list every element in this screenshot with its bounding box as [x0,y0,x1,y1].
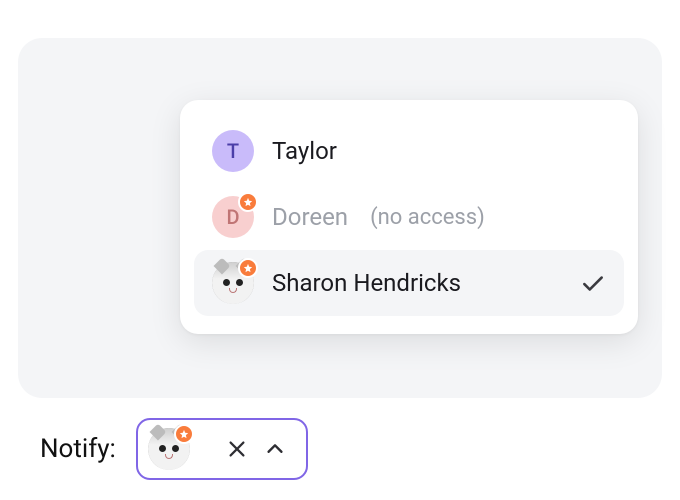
notify-label: Notify: [40,434,116,464]
avatar: D [212,196,254,238]
checkmark-icon [580,270,606,296]
chevron-up-icon[interactable] [258,432,292,466]
dropdown-option[interactable]: T Taylor [194,118,624,184]
star-icon [238,258,258,278]
star-icon [238,192,258,212]
avatar-initial: D [226,205,239,229]
avatar [148,428,190,470]
avatar: T [212,130,254,172]
avatar-initial: T [227,139,239,163]
option-name: Doreen [272,203,348,231]
notify-bar: Notify: [40,418,308,480]
notify-chip[interactable] [136,418,308,480]
close-icon[interactable] [220,432,254,466]
user-dropdown[interactable]: T Taylor D Doreen (no access) Sharon Hen… [180,100,638,334]
option-annotation: (no access) [370,205,485,230]
avatar [212,262,254,304]
dropdown-option[interactable]: Sharon Hendricks [194,250,624,316]
star-icon [174,424,194,444]
option-name: Taylor [272,137,337,165]
option-name: Sharon Hendricks [272,269,461,297]
dropdown-option[interactable]: D Doreen (no access) [194,184,624,250]
